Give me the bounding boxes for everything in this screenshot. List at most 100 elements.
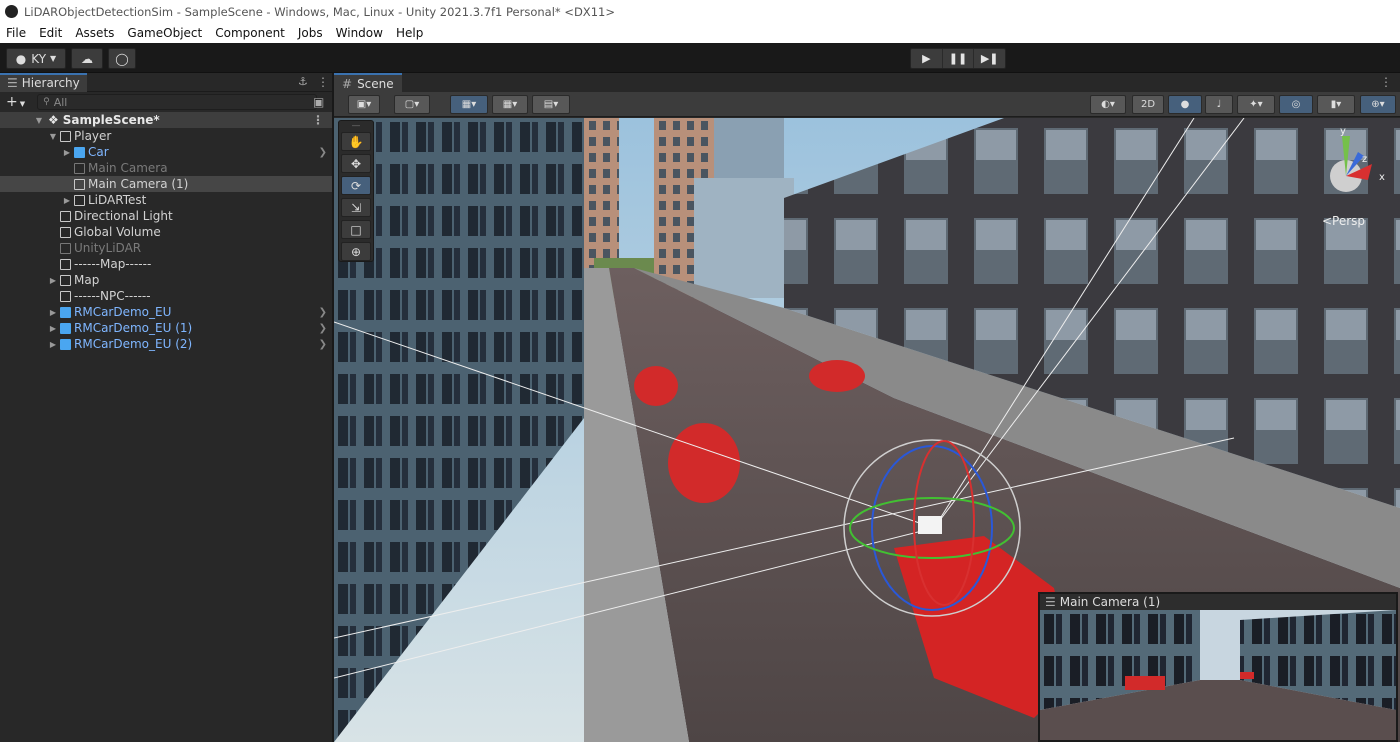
drag-handle-icon[interactable]: ― <box>339 121 373 130</box>
menu-bar: File Edit Assets GameObject Component Jo… <box>0 23 1400 43</box>
kebab-menu-icon[interactable]: ⋮ <box>1380 75 1392 89</box>
expand-arrow-icon[interactable]: ▶ <box>48 340 58 349</box>
kebab-menu-icon[interactable]: ⋮ <box>312 113 324 127</box>
draw-mode-icon: ▣▾ <box>356 99 372 110</box>
hierarchy-item[interactable]: ▶ LiDARTest <box>0 192 332 208</box>
camera-dropdown[interactable]: ▮▾ <box>1317 95 1355 114</box>
open-prefab-chevron-icon[interactable]: ❯ <box>319 339 327 350</box>
hierarchy-item-label: Directional Light <box>74 209 173 223</box>
scale-tool-button[interactable]: ⇲ <box>341 198 371 217</box>
expand-arrow-icon[interactable]: ▶ <box>48 324 58 333</box>
rotate-tool-button[interactable]: ⟳ <box>341 176 371 195</box>
hierarchy-item-label: RMCarDemo_EU (1) <box>74 321 193 335</box>
hierarchy-tab-bar: ☰ Hierarchy ⚓ ⋮ <box>0 72 332 92</box>
open-prefab-chevron-icon[interactable]: ❯ <box>319 307 327 318</box>
scene-tab-label: Scene <box>357 76 394 91</box>
gameobject-cube-icon <box>60 242 71 254</box>
hierarchy-item[interactable]: Directional Light <box>0 208 332 224</box>
render-mode-dropdown[interactable]: ▢▾ <box>394 95 430 114</box>
menu-assets[interactable]: Assets <box>75 26 114 40</box>
hierarchy-item[interactable]: ▶ Map <box>0 272 332 288</box>
menu-gameobject[interactable]: GameObject <box>127 26 202 40</box>
pause-button[interactable]: ❚❚ <box>943 49 975 68</box>
hierarchy-item[interactable]: Global Volume <box>0 224 332 240</box>
move-tool-button[interactable]: ✥ <box>341 154 371 173</box>
tab-hierarchy[interactable]: ☰ Hierarchy <box>0 72 87 92</box>
expand-arrow-icon[interactable]: ▶ <box>48 308 58 317</box>
grid-visibility-dropdown[interactable]: ▤▾ <box>532 95 570 114</box>
camera-preview-title: Main Camera (1) <box>1059 595 1161 609</box>
camera-preview-header[interactable]: ☰ Main Camera (1) <box>1040 594 1396 610</box>
gameobject-cube-icon <box>60 226 71 238</box>
red-car <box>1125 676 1165 690</box>
hierarchy-item[interactable]: ▶ RMCarDemo_EU (1) ❯ <box>0 320 332 336</box>
kebab-menu-icon[interactable]: ⋮ <box>317 75 329 89</box>
menu-help[interactable]: Help <box>396 26 423 40</box>
collab-button[interactable]: ◯ <box>108 48 136 69</box>
camera-preview-overlay[interactable]: ☰ Main Camera (1) <box>1038 592 1398 742</box>
window-title-bar: LiDARObjectDetectionSim - SampleScene - … <box>0 0 1400 23</box>
pause-icon: ❚❚ <box>948 52 968 65</box>
menu-component[interactable]: Component <box>215 26 285 40</box>
search-icon: ⚲ <box>43 97 50 107</box>
gameobject-cube-icon <box>74 178 85 190</box>
cloud-button[interactable]: ☁ <box>71 48 103 69</box>
gameobject-cube-icon <box>60 274 71 286</box>
hierarchy-item[interactable]: UnityLiDAR <box>0 240 332 256</box>
gameobject-cube-icon <box>60 322 71 334</box>
open-prefab-chevron-icon[interactable]: ❯ <box>319 323 327 334</box>
step-button[interactable]: ▶❚ <box>974 49 1005 68</box>
transform-icon: ⊕ <box>350 244 362 259</box>
menu-file[interactable]: File <box>6 26 26 40</box>
hierarchy-item[interactable]: ------Map------ <box>0 256 332 272</box>
open-prefab-chevron-icon[interactable]: ❯ <box>319 147 327 158</box>
red-car <box>634 366 678 406</box>
hand-tool-button[interactable]: ✋ <box>341 132 371 151</box>
menu-edit[interactable]: Edit <box>39 26 62 40</box>
hierarchy-item[interactable]: ▶ RMCarDemo_EU (2) ❯ <box>0 336 332 352</box>
perspective-label[interactable]: <Persp <box>1322 214 1365 228</box>
far-building <box>694 178 794 298</box>
expand-arrow-icon[interactable]: ▶ <box>62 148 72 157</box>
hierarchy-item[interactable]: Main Camera <box>0 160 332 176</box>
hierarchy-item[interactable]: ▶ Car ❯ <box>0 144 332 160</box>
expand-arrow-icon[interactable]: ▼ <box>48 132 58 141</box>
hierarchy-scene-row[interactable]: ▼ ❖ SampleScene* ⋮ <box>0 112 332 128</box>
expand-arrow-icon[interactable]: ▶ <box>62 196 72 205</box>
audio-toggle[interactable]: ♩ <box>1205 95 1233 114</box>
menu-window[interactable]: Window <box>336 26 383 40</box>
add-button[interactable]: + ▼ <box>6 94 25 110</box>
expand-arrow-icon[interactable]: ▼ <box>34 116 44 125</box>
shading-mode-dropdown[interactable]: ◐▾ <box>1090 95 1126 114</box>
account-dropdown[interactable]: ● KY ▼ <box>6 48 66 69</box>
hierarchy-item-label: LiDARTest <box>88 193 147 207</box>
chevron-down-icon: ▼ <box>19 100 26 108</box>
tab-scene[interactable]: # Scene <box>334 73 402 92</box>
effects-dropdown[interactable]: ✦▾ <box>1237 95 1275 114</box>
gizmos-dropdown[interactable]: ⊕▾ <box>1360 95 1396 114</box>
hierarchy-search-input[interactable]: ⚲ All <box>37 94 318 110</box>
lock-icon[interactable]: ⚓ <box>298 75 308 88</box>
red-car <box>809 360 865 392</box>
rect-tool-button[interactable]: □ <box>341 220 371 239</box>
gameobject-cube-icon <box>60 210 71 222</box>
expand-arrow-icon[interactable]: ▶ <box>48 276 58 285</box>
draw-mode-dropdown[interactable]: ▣▾ <box>348 95 380 114</box>
menu-jobs[interactable]: Jobs <box>298 26 323 40</box>
toggle-2d-button[interactable]: 2D <box>1132 95 1164 114</box>
play-button[interactable]: ▶ <box>911 49 943 68</box>
transform-tool-button[interactable]: ⊕ <box>341 242 371 261</box>
increment-snap-dropdown[interactable]: ▦▾ <box>492 95 528 114</box>
hidden-objects-toggle[interactable]: ◎ <box>1279 95 1313 114</box>
grid-snap-dropdown[interactable]: ▦▾ <box>450 95 488 114</box>
scene-visibility-icon[interactable]: ▣ <box>313 95 324 109</box>
hierarchy-item[interactable]: ▼ Player <box>0 128 332 144</box>
camera-gizmo-icon[interactable] <box>918 516 942 534</box>
collab-icon: ◯ <box>115 51 129 66</box>
hierarchy-item[interactable]: Main Camera (1) <box>0 176 332 192</box>
hierarchy-item[interactable]: ------NPC------ <box>0 288 332 304</box>
lighting-toggle[interactable]: ● <box>1168 95 1202 114</box>
scene-viewport[interactable]: y z x <Persp ― ✋ ✥ ⟳ ⇲ □ ⊕ ☰ Main Camera… <box>334 118 1400 742</box>
hierarchy-item[interactable]: ▶ RMCarDemo_EU ❯ <box>0 304 332 320</box>
hierarchy-panel: ☰ Hierarchy ⚓ ⋮ + ▼ ⚲ All ▣ ▼ ❖ SampleScene… <box>0 72 332 742</box>
